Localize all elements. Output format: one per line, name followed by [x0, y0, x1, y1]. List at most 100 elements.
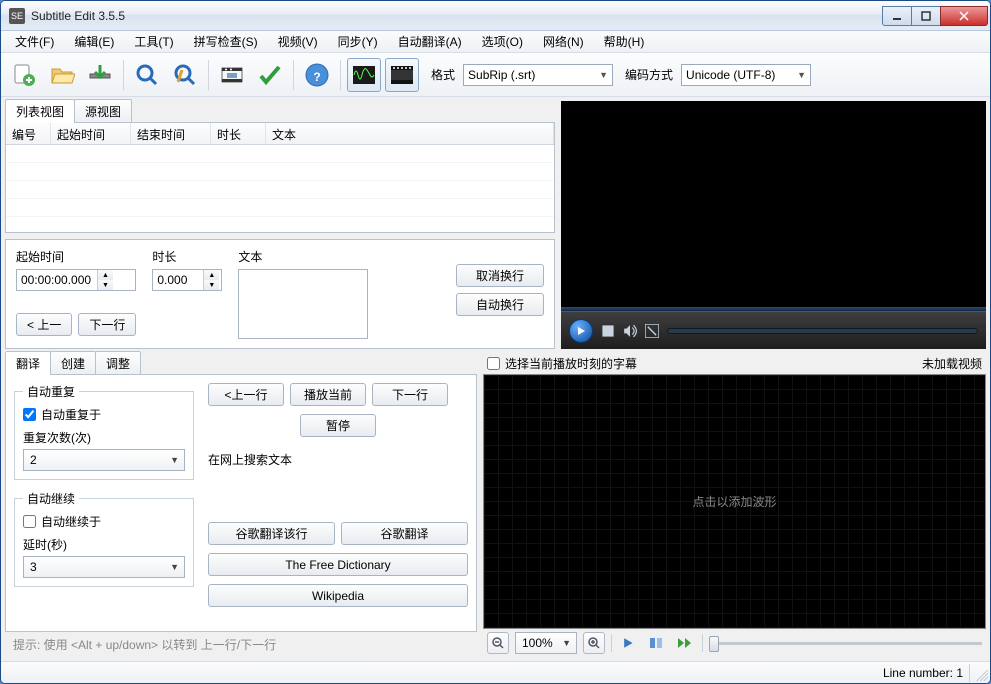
video-panel — [561, 101, 986, 349]
text-label: 文本 — [238, 248, 368, 265]
col-text[interactable]: 文本 — [266, 123, 554, 144]
delay-label: 延时(秒) — [23, 536, 185, 553]
line-number-label: Line number: 1 — [883, 666, 963, 680]
google-translate-button[interactable]: 谷歌翻译 — [341, 522, 468, 545]
col-duration[interactable]: 时长 — [211, 123, 266, 144]
search-label: 在网上搜索文本 — [208, 451, 468, 468]
repeat-count-select[interactable]: 2▼ — [23, 449, 185, 471]
play-selection-button[interactable] — [618, 632, 640, 654]
spin-down-icon[interactable]: ▼ — [204, 280, 219, 290]
maximize-button[interactable] — [911, 6, 941, 26]
video-toggle[interactable] — [385, 58, 419, 92]
menu-sync[interactable]: 同步(Y) — [330, 31, 386, 52]
tab-translate[interactable]: 翻译 — [5, 351, 51, 375]
menu-network[interactable]: 网络(N) — [535, 31, 592, 52]
duration-input[interactable]: ▲▼ — [152, 269, 222, 291]
menu-edit[interactable]: 编辑(E) — [66, 31, 122, 52]
tab-list-view[interactable]: 列表视图 — [5, 99, 75, 123]
translate-prev-button[interactable]: <上一行 — [208, 383, 284, 406]
delay-select[interactable]: 3▼ — [23, 556, 185, 578]
waveform-toggle[interactable] — [347, 58, 381, 92]
duration-label: 时长 — [152, 248, 222, 265]
col-start[interactable]: 起始时间 — [51, 123, 131, 144]
menu-autotranslate[interactable]: 自动翻译(A) — [390, 31, 470, 52]
subtitle-text-input[interactable] — [238, 269, 368, 339]
loop-button[interactable] — [646, 632, 668, 654]
replace-button[interactable] — [168, 58, 202, 92]
auto-repeat-group: 自动重复 自动重复于 重复次数(次) 2▼ — [14, 383, 194, 480]
waveform-canvas[interactable]: 点击以添加波形 — [483, 374, 986, 629]
auto-repeat-checkbox[interactable]: 自动重复于 — [23, 406, 185, 423]
start-time-input[interactable]: ▲▼ — [16, 269, 136, 291]
chevron-down-icon: ▼ — [170, 455, 179, 465]
auto-repeat-legend: 自动重复 — [23, 383, 79, 400]
start-time-field[interactable] — [17, 270, 97, 290]
svg-text:?: ? — [313, 70, 320, 84]
wikipedia-button[interactable]: Wikipedia — [208, 584, 468, 607]
zoom-select[interactable]: 100%▼ — [515, 632, 577, 654]
spin-up-icon[interactable]: ▲ — [204, 270, 219, 280]
toolbar: ? 格式 SubRip (.srt)▼ 编码方式 Unicode (UTF-8)… — [1, 53, 990, 97]
zoom-out-button[interactable] — [487, 632, 509, 654]
resize-grip[interactable] — [976, 669, 988, 681]
col-end[interactable]: 结束时间 — [131, 123, 211, 144]
statusbar: Line number: 1 — [1, 661, 990, 683]
unbreak-button[interactable]: 取消换行 — [456, 264, 544, 287]
encoding-value: Unicode (UTF-8) — [686, 68, 775, 82]
menu-video[interactable]: 视频(V) — [270, 31, 326, 52]
google-translate-line-button[interactable]: 谷歌翻译该行 — [208, 522, 335, 545]
format-value: SubRip (.srt) — [468, 68, 535, 82]
waveform-placeholder: 点击以添加波形 — [692, 493, 776, 510]
stop-icon[interactable] — [601, 324, 615, 338]
menu-help[interactable]: 帮助(H) — [596, 31, 653, 52]
visual-sync-button[interactable] — [215, 58, 249, 92]
video-canvas[interactable] — [561, 101, 986, 307]
titlebar: SE Subtitle Edit 3.5.5 — [1, 1, 990, 31]
spellcheck-button[interactable] — [253, 58, 287, 92]
subtitle-grid-body[interactable] — [6, 145, 554, 217]
tab-create[interactable]: 创建 — [50, 351, 96, 375]
duration-field[interactable] — [153, 270, 203, 290]
next-line-button[interactable]: 下一行 — [78, 313, 136, 336]
help-button[interactable]: ? — [300, 58, 334, 92]
prev-line-button[interactable]: < 上一 — [16, 313, 72, 336]
no-video-label: 未加载视频 — [922, 355, 982, 372]
chevron-down-icon: ▼ — [599, 70, 608, 80]
pause-button[interactable]: 暂停 — [300, 414, 376, 437]
seek-bar[interactable] — [667, 328, 978, 334]
menu-options[interactable]: 选项(O) — [474, 31, 531, 52]
encoding-select[interactable]: Unicode (UTF-8) ▼ — [681, 64, 811, 86]
format-select[interactable]: SubRip (.srt) ▼ — [463, 64, 613, 86]
autobreak-button[interactable]: 自动换行 — [456, 293, 544, 316]
spin-up-icon[interactable]: ▲ — [98, 270, 113, 280]
fullscreen-icon[interactable] — [645, 324, 659, 338]
menu-tools[interactable]: 工具(T) — [126, 31, 181, 52]
video-controls — [561, 311, 986, 349]
minimize-button[interactable] — [882, 6, 912, 26]
menu-file[interactable]: 文件(F) — [7, 31, 62, 52]
chevron-down-icon: ▼ — [170, 562, 179, 572]
close-button[interactable] — [940, 6, 988, 26]
zoom-in-button[interactable] — [583, 632, 605, 654]
tab-source-view[interactable]: 源视图 — [74, 99, 132, 123]
new-button[interactable] — [7, 58, 41, 92]
volume-icon[interactable] — [623, 324, 637, 338]
auto-continue-group: 自动继续 自动继续于 延时(秒) 3▼ — [14, 490, 194, 587]
save-button[interactable] — [83, 58, 117, 92]
spin-down-icon[interactable]: ▼ — [98, 280, 113, 290]
free-dictionary-button[interactable]: The Free Dictionary — [208, 553, 468, 576]
menubar: 文件(F) 编辑(E) 工具(T) 拼写检查(S) 视频(V) 同步(Y) 自动… — [1, 31, 990, 53]
position-slider[interactable] — [709, 633, 982, 653]
tab-adjust[interactable]: 调整 — [95, 351, 141, 375]
find-button[interactable] — [130, 58, 164, 92]
forward-button[interactable] — [674, 632, 696, 654]
col-number[interactable]: 编号 — [6, 123, 51, 144]
play-button[interactable] — [569, 319, 593, 343]
menu-spell[interactable]: 拼写检查(S) — [186, 31, 266, 52]
translate-next-button[interactable]: 下一行 — [372, 383, 448, 406]
chevron-down-icon: ▼ — [797, 70, 806, 80]
auto-continue-checkbox[interactable]: 自动继续于 — [23, 513, 185, 530]
open-button[interactable] — [45, 58, 79, 92]
play-current-button[interactable]: 播放当前 — [290, 383, 366, 406]
select-at-playtime-checkbox[interactable]: 选择当前播放时刻的字幕 — [487, 355, 637, 372]
